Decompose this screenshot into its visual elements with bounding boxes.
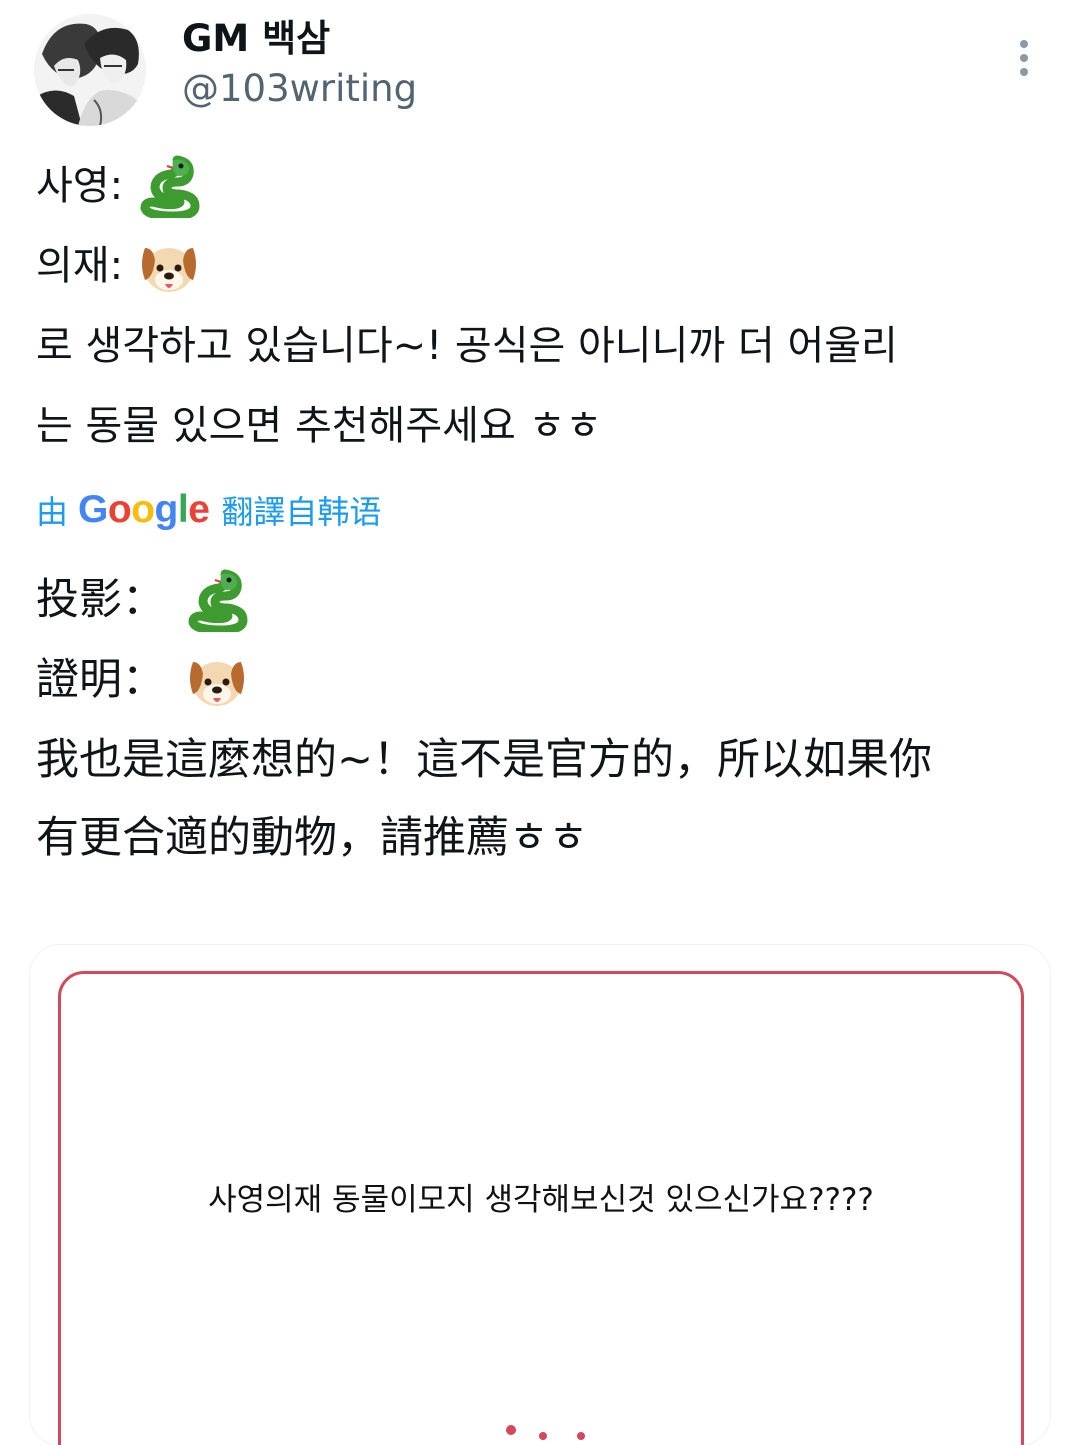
avatar[interactable] — [34, 14, 146, 126]
translated-line: 投影： — [36, 560, 249, 640]
image-frame: 사영의재 동물이모지 생각해보신것 있으신가요???? — [58, 971, 1024, 1445]
decoration-icon — [506, 1425, 585, 1440]
tweet-line-text: 는 동물 있으면 추천해주세요 ㅎㅎ — [36, 403, 603, 449]
translated-line-text: 證明： — [36, 655, 165, 705]
handle[interactable]: @103writing — [182, 64, 417, 114]
more-dot — [1020, 40, 1028, 48]
tweet-line: 의재: — [36, 226, 201, 306]
more-dot — [1020, 54, 1028, 62]
translated-line: 有更合適的動物，請推薦ㅎㅎ — [36, 798, 588, 878]
google-logo: Google — [78, 488, 210, 531]
translate-prefix: 由 — [36, 493, 69, 531]
image-caption: 사영의재 동물이모지 생각해보신것 있으신가요???? — [208, 1182, 874, 1218]
avatar-illustration — [34, 14, 146, 126]
more-options-icon[interactable] — [1004, 34, 1044, 78]
translated-line-text: 有更合適的動物，請推薦ㅎㅎ — [36, 813, 589, 863]
translated-by-google-link[interactable]: 由 Google 翻譯自韩语 — [36, 484, 381, 536]
tweet-line: 로 생각하고 있습니다~! 공식은 아니니까 더 어울리 — [36, 306, 898, 386]
tweet-line: 는 동물 있으면 추천해주세요 ㅎㅎ — [36, 386, 602, 466]
tweet-line-text: 로 생각하고 있습니다~! 공식은 아니니까 더 어울리 — [36, 323, 898, 369]
dog-face-icon — [190, 662, 244, 706]
translated-line: 證明： — [36, 640, 249, 720]
attached-image[interactable]: 사영의재 동물이모지 생각해보신것 있으신가요???? — [30, 945, 1050, 1445]
tweet-line-text: 사영: — [36, 163, 124, 209]
translated-line-text: 投影： — [36, 575, 165, 625]
translated-line-text: 我也是這麼想的~！這不是官方的，所以如果你 — [36, 735, 933, 785]
more-dot — [1020, 68, 1028, 76]
snake-emoji-icon — [188, 569, 248, 632]
snake-emoji-icon — [140, 155, 200, 218]
dog-face-icon — [142, 248, 197, 292]
translate-suffix: 翻譯自韩语 — [221, 493, 382, 531]
tweet-line: 사영: — [36, 146, 201, 226]
display-name[interactable]: GM 백삼 — [182, 14, 330, 64]
translated-line: 我也是這麼想的~！這不是官方的，所以如果你 — [36, 720, 932, 800]
tweet-header: GM 백삼 @103writing — [0, 0, 1080, 140]
tweet-line-text: 의재: — [36, 243, 124, 289]
